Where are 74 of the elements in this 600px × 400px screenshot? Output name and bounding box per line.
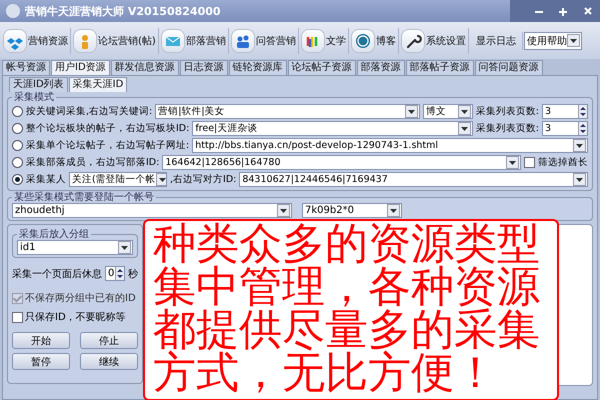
promo-text: 都提供尽量多的采集 (153, 309, 541, 352)
option-label: 整个论坛板块的帖子，右边写板块ID: (26, 122, 190, 135)
promo-text: 方式，无比方便！ (153, 352, 498, 395)
window-title: 营销牛天涯营销大师 V20150824000 (25, 4, 222, 18)
unit-label: 秒 (128, 268, 138, 280)
toolbar-button[interactable]: 问答营销 (230, 28, 299, 54)
tab[interactable]: 日志资源 (180, 60, 228, 75)
radio-button[interactable] (12, 157, 23, 168)
tab[interactable]: 群发信息资源 (110, 60, 179, 75)
promo-text: 集中管理，各种资源 (153, 266, 541, 309)
radio-button[interactable] (12, 106, 23, 117)
action-button[interactable]: 继续 (80, 353, 138, 370)
checkbox-label: 不保存两分组中已有的ID (25, 292, 136, 305)
input-field[interactable]: free|天涯杂谈 (192, 121, 473, 136)
action-button[interactable]: 暂停 (12, 353, 70, 370)
tab[interactable]: 部落资源 (356, 60, 405, 75)
people-icon (232, 30, 254, 52)
toolbar-button[interactable]: 博客 (350, 28, 399, 54)
spinner-arrows-icon[interactable] (578, 105, 587, 118)
toolbar-button[interactable]: 营销资源 (2, 28, 71, 54)
field-label: ,右边写对方ID: (170, 173, 236, 186)
checkbox-label: 只保存ID，不要昵称等 (25, 311, 126, 324)
field-label: 采集列表页数: (476, 122, 539, 135)
input-field[interactable]: 164642|128656|164780 (162, 155, 521, 170)
spinner-arrows-icon[interactable] (578, 122, 587, 135)
option-label: 采集单个论坛帖子，右边写帖子网址: (26, 139, 190, 152)
action-button[interactable]: 停止 (80, 332, 138, 349)
input-field[interactable]: 营销|软件|美女 (155, 104, 420, 119)
tab[interactable]: 天涯ID列表 (9, 77, 68, 92)
checkbox[interactable] (12, 312, 23, 322)
input-field[interactable]: 84310627|12446546|7169437 (239, 172, 588, 187)
group-title: 某些采集模式需要登陆一个帐号 (13, 192, 155, 203)
wrench-icon (402, 30, 424, 52)
option-label: 按关键词采集,右边写关键词: (26, 105, 152, 118)
group-dropdown[interactable]: id1 (17, 240, 133, 255)
checkbox-label: 筛选掉酋长 (538, 156, 588, 169)
toolbar-button[interactable]: 部落营销 (160, 28, 229, 54)
type-dropdown[interactable]: 博文 (422, 104, 473, 119)
radio-button[interactable] (12, 123, 23, 134)
option-label: 采集某人 (26, 173, 66, 186)
field-label: 采集一个页面后休息 (12, 268, 102, 280)
option-label: 采集部落成员，右边写部落ID: (26, 156, 160, 169)
tab[interactable]: 链轮资源库 (228, 60, 287, 75)
input-field[interactable]: 7k09b2*0 (302, 203, 402, 218)
action-button[interactable]: 开始 (12, 332, 70, 349)
group-title: 采集模式 (13, 92, 55, 103)
app-icon (6, 4, 20, 18)
person-icon (74, 30, 96, 52)
toolbar-button[interactable]: 系统设置 (400, 28, 469, 54)
mode-dropdown[interactable]: 关注(需登陆一个帐 (69, 172, 167, 187)
checkbox[interactable] (524, 157, 535, 168)
number-field[interactable]: 3 (542, 104, 588, 119)
toolbar-button[interactable]: 论坛营销(帖) (72, 28, 159, 54)
account-dropdown[interactable]: zhoudethj (12, 203, 292, 218)
tab[interactable]: 论坛帖子资源 (288, 60, 356, 75)
colored-bars-icon (302, 30, 324, 52)
toolbar-button[interactable]: 文学 (300, 28, 349, 54)
radio-button[interactable] (12, 140, 23, 151)
field-label: 采集列表页数: (476, 105, 539, 118)
number-field[interactable]: 3 (542, 121, 588, 136)
tab[interactable]: 问答问题资源 (474, 60, 543, 75)
spinner-arrows-icon[interactable] (115, 267, 124, 280)
radio-button[interactable] (12, 174, 23, 185)
tab[interactable]: 部落帖子资源 (406, 60, 474, 75)
promo-text: 种类众多的资源类型 (153, 223, 541, 266)
input-field[interactable]: http://bbs.tianya.cn/post-develop-1290743-1.shtml (192, 138, 588, 153)
toolbar-button[interactable]: 显示日志 (470, 32, 523, 50)
tab[interactable]: 用户ID资源 (51, 60, 110, 75)
tab[interactable]: 帐号资源 (2, 60, 50, 75)
envelope-icon (162, 30, 184, 52)
help-dropdown[interactable]: 使用帮助 (524, 32, 582, 50)
number-field[interactable]: 0 (105, 266, 125, 281)
tab[interactable]: 采集天涯ID (68, 77, 128, 92)
group-title: 采集后放入分组 (18, 229, 90, 240)
